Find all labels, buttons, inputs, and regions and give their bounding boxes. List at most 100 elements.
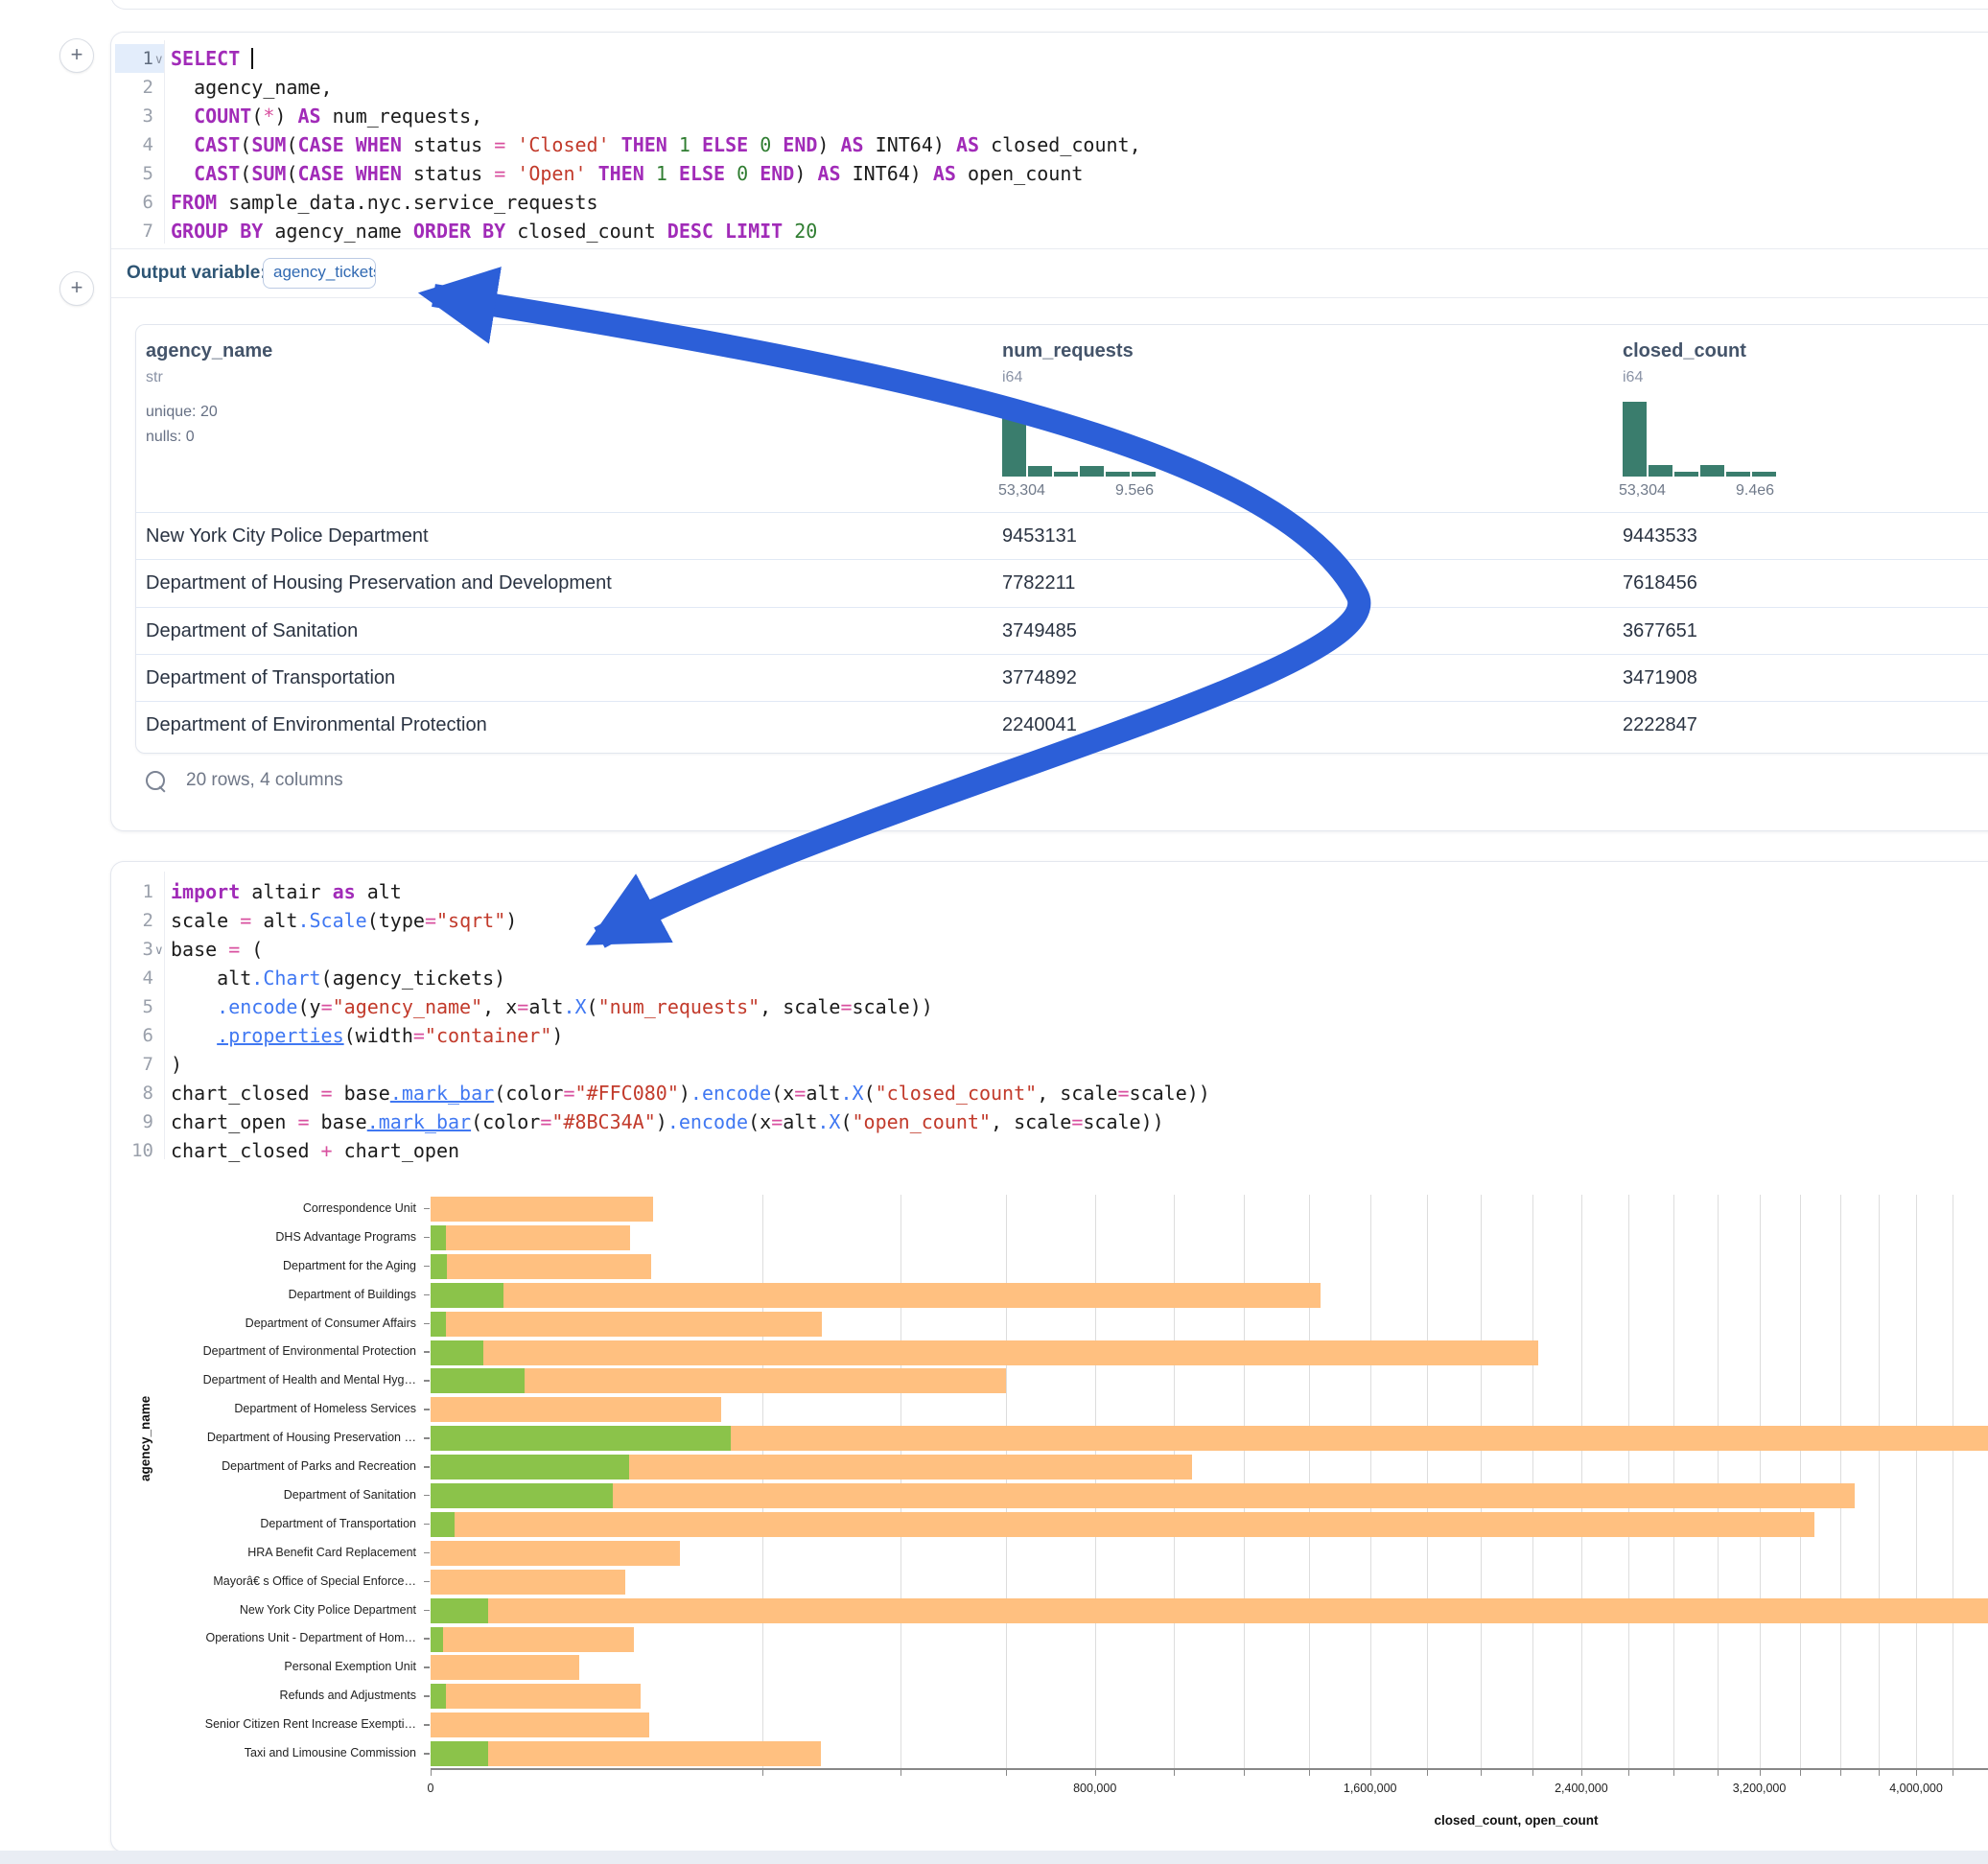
line-number: 10 <box>111 1136 153 1165</box>
y-tick-mark <box>424 1266 430 1268</box>
y-tick-mark <box>424 1437 430 1439</box>
output-variable-row: Output variable: agency_tickets <box>111 249 1988 297</box>
y-axis-label: Department of Transportation <box>111 1517 416 1530</box>
code-line[interactable]: .properties(width="container") <box>171 1021 563 1050</box>
code-line[interactable]: chart_closed = base.mark_bar(color="#FFC… <box>171 1079 1210 1107</box>
x-tick-label: 800,000 <box>1073 1782 1116 1795</box>
gridline <box>1532 1195 1533 1768</box>
line-number: 2 <box>111 906 153 935</box>
gridline <box>1581 1195 1582 1768</box>
table-row[interactable]: Department of Sanitation37494853677651 <box>136 607 1988 655</box>
y-axis-label: Mayorâ€ s Office of Special Enforce… <box>111 1574 416 1588</box>
notebook-page: { "colors":{ "keyword":"#a12bb8","string… <box>0 0 1988 1864</box>
bar-closed-count <box>431 1312 822 1337</box>
code-line[interactable]: CAST(SUM(CASE WHEN status = 'Closed' THE… <box>171 130 1141 159</box>
y-axis-label: Personal Exemption Unit <box>111 1660 416 1673</box>
code-fold-icon[interactable]: ∨ <box>154 935 164 964</box>
code-fold-icon[interactable]: ∨ <box>154 44 164 73</box>
gridline <box>1174 1195 1175 1768</box>
table-cell: 7782211 <box>1002 572 1075 594</box>
column-header-closed_count[interactable]: closed_count <box>1623 340 1746 362</box>
bar-open-count <box>431 1368 525 1393</box>
gridline <box>1006 1195 1007 1768</box>
code-line[interactable]: chart_open = base.mark_bar(color="#8BC34… <box>171 1107 1164 1136</box>
y-axis-label: New York City Police Department <box>111 1603 416 1617</box>
bar-closed-count <box>431 1684 641 1709</box>
code-line[interactable]: .encode(y="agency_name", x=alt.X("num_re… <box>171 992 933 1021</box>
y-tick-mark <box>424 1552 430 1554</box>
code-line[interactable]: GROUP BY agency_name ORDER BY closed_cou… <box>171 217 817 245</box>
x-tick-mark <box>1309 1769 1310 1776</box>
gridline <box>1760 1195 1761 1768</box>
table-row[interactable]: Department of Housing Preservation and D… <box>136 559 1988 607</box>
page-bottom-strip <box>0 1851 1988 1864</box>
y-tick-mark <box>424 1466 430 1468</box>
gridline <box>1879 1195 1880 1768</box>
line-number: 1 <box>111 877 153 906</box>
y-tick-mark <box>424 1294 430 1296</box>
column-stat: nulls: 0 <box>146 429 195 446</box>
table-row[interactable]: Department of Transportation377489234719… <box>136 654 1988 702</box>
previous-cell-bottom-edge <box>110 0 1988 10</box>
table-row[interactable]: New York City Police Department945313194… <box>136 512 1988 560</box>
table-row[interactable]: Department of Environmental Protection22… <box>136 701 1988 749</box>
y-tick-mark <box>424 1208 430 1210</box>
bar-open-count <box>431 1483 613 1508</box>
code-line[interactable]: base = ( <box>171 935 263 964</box>
bar-open-count <box>431 1283 503 1308</box>
y-axis-label: Operations Unit - Department of Hom… <box>111 1631 416 1644</box>
histogram-min-label: 53,304 <box>1619 482 1666 500</box>
x-tick-mark <box>1840 1769 1841 1776</box>
y-axis-label: Correspondence Unit <box>111 1201 416 1215</box>
code-line[interactable]: ) <box>171 1050 182 1079</box>
column-header-num_requests[interactable]: num_requests <box>1002 340 1134 362</box>
y-tick-mark <box>424 1753 430 1755</box>
bar-open-count <box>431 1254 447 1279</box>
bar-open-count <box>431 1512 455 1537</box>
altair-chart: Correspondence UnitDHS Advantage Program… <box>111 1178 1988 1840</box>
code-line[interactable]: agency_name, <box>171 73 333 102</box>
line-number: 4 <box>111 964 153 992</box>
code-line[interactable]: chart_closed + chart_open <box>171 1136 459 1165</box>
gridline <box>1673 1195 1674 1768</box>
code-line[interactable]: COUNT(*) AS num_requests, <box>171 102 482 130</box>
y-tick-mark <box>424 1638 430 1640</box>
x-tick-mark <box>900 1769 901 1776</box>
python-code-editor[interactable]: 1 import altair as alt 2 scale = alt.Scale(… <box>111 862 1988 1169</box>
y-axis-label: Department of Health and Mental Hyg… <box>111 1373 416 1386</box>
histogram-max-label: 9.5e6 <box>1115 482 1154 500</box>
add-cell-button-middle[interactable]: + <box>59 271 94 306</box>
gridline <box>1370 1195 1371 1768</box>
bar-open-count <box>431 1312 446 1337</box>
code-line[interactable]: FROM sample_data.nyc.service_requests <box>171 188 598 217</box>
y-tick-mark <box>424 1351 430 1353</box>
code-line[interactable]: CAST(SUM(CASE WHEN status = 'Open' THEN … <box>171 159 1083 188</box>
bar-open-count <box>431 1340 483 1365</box>
x-tick-mark <box>1427 1769 1428 1776</box>
gridline <box>1628 1195 1629 1768</box>
table-cell: Department of Transportation <box>146 667 395 689</box>
y-tick-mark <box>424 1380 430 1382</box>
row-count-summary: 20 rows, 4 columns <box>186 770 343 791</box>
bar-closed-count <box>431 1283 1321 1308</box>
gridline <box>1800 1195 1801 1768</box>
bar-closed-count <box>431 1254 651 1279</box>
code-line[interactable]: import altair as alt <box>171 877 402 906</box>
code-line[interactable]: SELECT <box>171 44 253 73</box>
output-variable-chip[interactable]: agency_tickets <box>263 258 376 289</box>
line-number: 9 <box>111 1107 153 1136</box>
table-cell: 2240041 <box>1002 714 1077 736</box>
column-header-agency_name[interactable]: agency_name <box>146 340 272 362</box>
search-icon[interactable] <box>146 771 165 790</box>
code-line[interactable]: alt.Chart(agency_tickets) <box>171 964 505 992</box>
y-axis-label: Refunds and Adjustments <box>111 1689 416 1702</box>
python-cell-card: 1 import altair as alt 2 scale = alt.Scale(… <box>110 861 1988 1852</box>
bar-open-count <box>431 1426 731 1451</box>
gridline <box>1244 1195 1245 1768</box>
add-cell-button-top[interactable]: + <box>59 38 94 73</box>
bar-closed-count <box>431 1541 680 1566</box>
y-tick-mark <box>424 1524 430 1526</box>
sql-code-editor[interactable]: 1∨SELECT 2 agency_name,3 COUNT(*) AS num… <box>111 33 1988 248</box>
code-line[interactable]: scale = alt.Scale(type="sqrt") <box>171 906 517 935</box>
chart-x-axis: 0800,0001,600,0002,400,0003,200,0004,000… <box>431 1769 1988 1827</box>
